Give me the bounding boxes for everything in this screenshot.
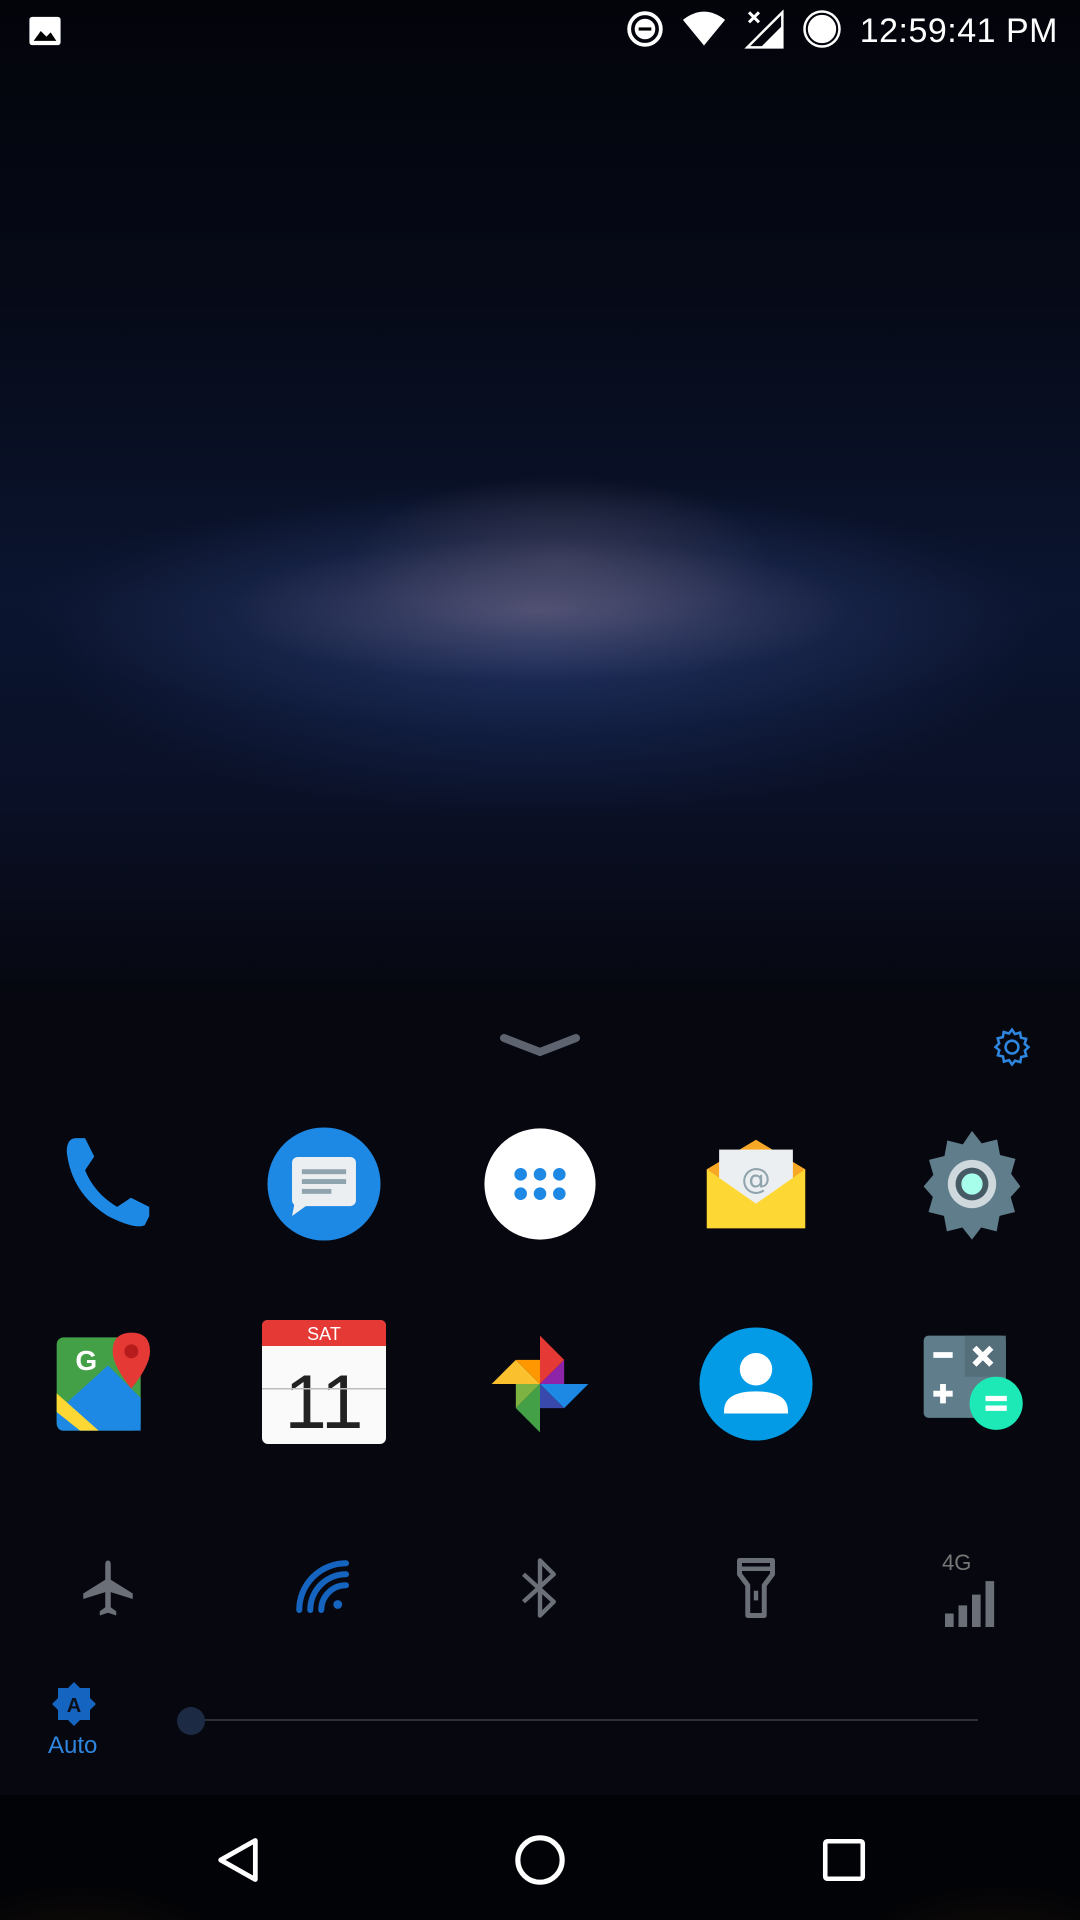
messages-app-icon[interactable] [264, 1124, 384, 1244]
drawer-settings-gear-icon[interactable] [990, 1026, 1034, 1070]
calendar-day: SAT [307, 1324, 341, 1344]
recents-button[interactable] [814, 1830, 874, 1890]
back-button[interactable] [208, 1830, 268, 1890]
auto-brightness-icon[interactable]: A [50, 1680, 98, 1728]
brightness-slider-track[interactable] [178, 1719, 978, 1721]
email-app-icon[interactable]: @ [696, 1124, 816, 1244]
flashlight-icon[interactable] [716, 1548, 796, 1628]
svg-text:G: G [75, 1345, 97, 1376]
battery-icon [802, 9, 842, 54]
calendar-app-icon[interactable]: SAT 11 [260, 1318, 388, 1446]
photos-pinwheel-icon[interactable] [480, 1324, 600, 1444]
auto-brightness-label: Auto [48, 1732, 98, 1759]
maps-app-icon[interactable]: G [48, 1324, 168, 1444]
contacts-app-icon[interactable] [696, 1324, 816, 1444]
airplane-mode-icon[interactable] [68, 1548, 148, 1628]
svg-text:@: @ [741, 1162, 771, 1196]
wifi-icon [682, 10, 726, 53]
settings-gear-icon[interactable] [912, 1124, 1032, 1244]
calendar-date: 11 [285, 1360, 364, 1445]
no-signal-icon [744, 8, 784, 54]
brightness-slider-thumb[interactable] [177, 1707, 205, 1735]
calculator-app-icon[interactable] [912, 1324, 1032, 1444]
home-button[interactable] [510, 1830, 570, 1890]
svg-text:A: A [67, 1695, 81, 1717]
clock: 12:59:41 PM [859, 11, 1058, 50]
collapse-drawer-chevron-icon[interactable] [500, 1032, 580, 1060]
app-drawer-icon[interactable] [480, 1124, 600, 1244]
gallery-notification-icon [28, 14, 62, 53]
bluetooth-icon[interactable] [500, 1548, 580, 1628]
phone-app-icon[interactable] [48, 1124, 168, 1244]
status-bar: 12:59:41 PM [0, 0, 1080, 62]
wifi-hotspot-icon[interactable] [284, 1548, 364, 1628]
do-not-disturb-icon [626, 10, 664, 53]
mobile-data-icon[interactable] [932, 1560, 1012, 1640]
